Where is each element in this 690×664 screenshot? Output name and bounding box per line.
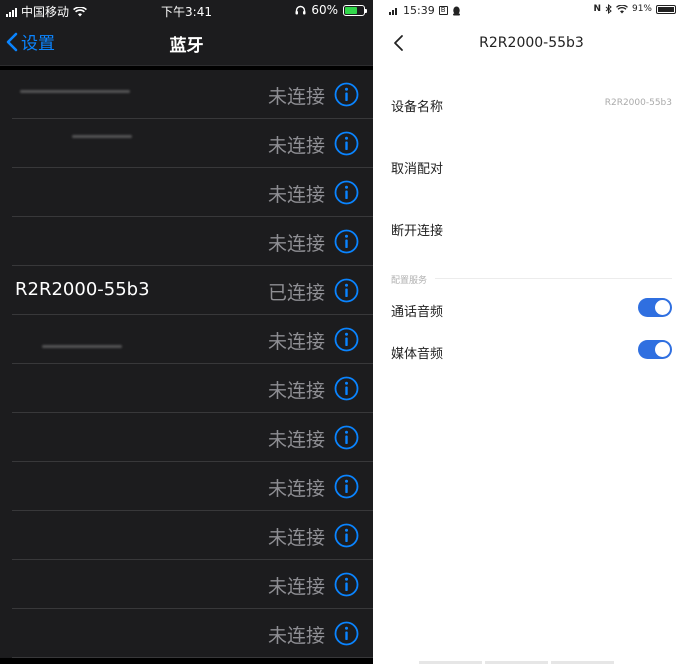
device-status: 未连接	[267, 331, 325, 353]
device-row[interactable]: 未连接	[12, 511, 373, 560]
battery-percent: 60%	[311, 3, 338, 17]
device-status: 未连接	[267, 429, 325, 451]
media-audio-label: 媒体音频	[391, 347, 444, 362]
unpair-button[interactable]: 取消配对	[391, 158, 672, 177]
ios-bluetooth-screen: 中国移动 下午3:41 60% 设置 蓝牙 未连接 未连接 未连接 未连接 R2…	[0, 0, 373, 664]
info-icon[interactable]	[334, 376, 359, 401]
toggle-knob	[655, 342, 670, 357]
info-icon[interactable]	[334, 523, 359, 548]
device-status: 未连接	[267, 184, 325, 206]
device-row[interactable]: 未连接	[12, 413, 373, 462]
headphones-icon	[295, 5, 306, 15]
page-title: R2R2000-55b3	[479, 35, 584, 51]
unpair-label: 取消配对	[391, 162, 444, 177]
device-row[interactable]: 未连接	[12, 364, 373, 413]
device-row[interactable]: 未连接	[12, 315, 373, 364]
device-row[interactable]: 未连接	[12, 70, 373, 119]
battery-percent: 91%	[631, 4, 652, 14]
page-title: 蓝牙	[169, 36, 204, 56]
notification-icon: B	[438, 6, 448, 15]
device-row-connected[interactable]: R2R2000-55b3 已连接	[12, 266, 373, 315]
info-icon[interactable]	[334, 229, 359, 254]
device-name-value: R2R2000-55b3	[604, 98, 672, 108]
section-header: 配置服务	[391, 276, 428, 286]
android-status-bar: 15:39 B N 91%	[373, 0, 690, 22]
battery-icon	[343, 4, 367, 16]
info-icon[interactable]	[334, 425, 359, 450]
device-row[interactable]: 未连接	[12, 560, 373, 609]
media-audio-toggle[interactable]	[638, 340, 672, 359]
call-audio-row: 通话音频	[391, 298, 672, 320]
device-row[interactable]: 未连接	[12, 609, 373, 658]
device-status: 未连接	[267, 625, 325, 647]
disconnect-label: 断开连接	[391, 224, 444, 239]
disconnect-button[interactable]: 断开连接	[391, 220, 672, 239]
ios-status-bar: 中国移动 下午3:41 60%	[0, 0, 373, 20]
ios-nav-bar: 设置 蓝牙	[0, 20, 373, 66]
android-device-screen: 15:39 B N 91% R2R2000-55b3 设备名称 R2R2000-…	[373, 0, 690, 664]
info-icon[interactable]	[334, 131, 359, 156]
device-name: R2R2000-55b3	[15, 279, 150, 300]
info-icon[interactable]	[334, 572, 359, 597]
media-audio-row: 媒体音频	[391, 340, 672, 362]
call-audio-label: 通话音频	[391, 305, 444, 320]
device-status: 已连接	[267, 282, 325, 304]
section-divider	[435, 278, 672, 279]
cellular-signal-icon	[389, 8, 397, 15]
info-icon[interactable]	[334, 180, 359, 205]
bluetooth-icon	[605, 4, 612, 14]
device-status: 未连接	[267, 86, 325, 108]
device-status: 未连接	[267, 380, 325, 402]
device-name-label: 设备名称	[391, 100, 444, 115]
call-audio-toggle[interactable]	[638, 298, 672, 317]
info-icon[interactable]	[334, 474, 359, 499]
device-name-row[interactable]: 设备名称 R2R2000-55b3	[391, 96, 672, 115]
device-status: 未连接	[267, 478, 325, 500]
clock: 15:39	[403, 4, 435, 17]
device-status: 未连接	[267, 233, 325, 255]
android-header: R2R2000-55b3	[373, 22, 690, 66]
nfc-icon: N	[593, 4, 601, 14]
device-row[interactable]: 未连接	[12, 462, 373, 511]
info-icon[interactable]	[334, 82, 359, 107]
device-row[interactable]: 未连接	[12, 168, 373, 217]
device-row[interactable]: 未连接	[12, 119, 373, 168]
battery-icon	[656, 4, 676, 14]
info-icon[interactable]	[334, 278, 359, 303]
toggle-knob	[655, 300, 670, 315]
device-row[interactable]: 未连接	[12, 217, 373, 266]
qq-icon	[452, 6, 460, 15]
device-status: 未连接	[267, 527, 325, 549]
info-icon[interactable]	[334, 327, 359, 352]
info-icon[interactable]	[334, 621, 359, 646]
device-status: 未连接	[267, 576, 325, 598]
device-status: 未连接	[267, 135, 325, 157]
device-list: 未连接 未连接 未连接 未连接 R2R2000-55b3 已连接 未连接 未连接…	[0, 70, 373, 658]
wifi-icon	[616, 4, 628, 13]
